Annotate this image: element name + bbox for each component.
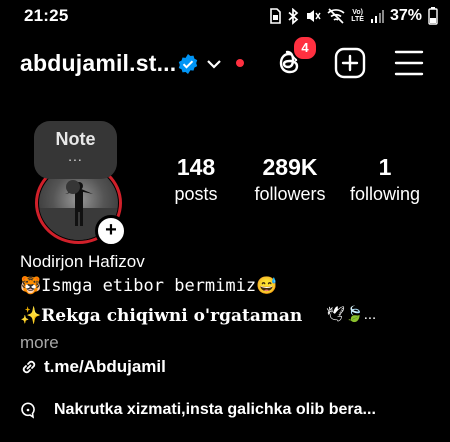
create-post-icon[interactable] <box>334 47 366 79</box>
wifi-off-icon <box>327 8 345 24</box>
signal-icon <box>370 10 384 23</box>
profile-username[interactable]: abdujamil.st... <box>20 50 176 77</box>
posts-count: 148 <box>176 154 216 180</box>
threads-chat-icon <box>21 402 35 419</box>
following-count: 1 <box>378 154 392 180</box>
threads-bio-row[interactable]: Nakrutka xizmati,insta galichka olib ber… <box>20 400 376 420</box>
network-type: Vo) LTE <box>351 9 364 23</box>
menu-icon[interactable] <box>394 49 424 77</box>
threads-badge: 4 <box>292 35 318 61</box>
stat-following[interactable]: 1 following <box>342 154 428 205</box>
verified-badge-icon <box>178 54 198 74</box>
link-icon <box>22 360 36 374</box>
posts-label: posts <box>174 184 218 204</box>
status-time: 21:25 <box>24 6 69 25</box>
lte-label: LTE <box>351 16 364 23</box>
note-bubble[interactable]: Note ... <box>34 121 117 179</box>
bio-more-link[interactable]: more <box>20 333 59 353</box>
mute-icon <box>307 10 321 22</box>
note-bubble-tail <box>66 180 80 194</box>
status-bar: 21:25 Vo) LTE 37% <box>0 0 450 34</box>
threads-bio-text: Nakrutka xizmati,insta galichka olib ber… <box>54 401 376 418</box>
add-story-button[interactable]: + <box>95 215 127 247</box>
account-switch-chevron-icon[interactable] <box>206 57 222 71</box>
followers-label: followers <box>254 184 326 204</box>
bio-link[interactable]: t.me/Abdujamil <box>20 357 166 377</box>
bio-line-1: 🐯Ismga etibor bermimiz😅 <box>20 276 278 296</box>
note-label: Note <box>55 129 96 149</box>
volte-label: Vo) <box>352 9 363 16</box>
bluetooth-icon <box>288 7 299 25</box>
bio-line-2: ✨Rekga chiqiwni o'rgataman <box>20 306 303 326</box>
bio-line-2-emoji: 🕊🍃... <box>326 306 377 323</box>
battery-icon <box>428 7 438 25</box>
stat-posts[interactable]: 148 posts <box>166 154 226 205</box>
profile-full-name: Nodirjon Hafizov <box>20 252 145 271</box>
following-label: following <box>349 184 421 204</box>
stat-followers[interactable]: 289K followers <box>246 154 334 205</box>
followers-count: 289K <box>262 154 318 180</box>
notification-dot <box>236 59 244 67</box>
bio-link-text: t.me/Abdujamil <box>44 357 166 376</box>
note-placeholder: ... <box>68 148 83 164</box>
battery-percent: 37% <box>389 7 422 24</box>
status-icons: Vo) LTE 37% <box>269 6 438 26</box>
sim-icon <box>270 8 282 24</box>
